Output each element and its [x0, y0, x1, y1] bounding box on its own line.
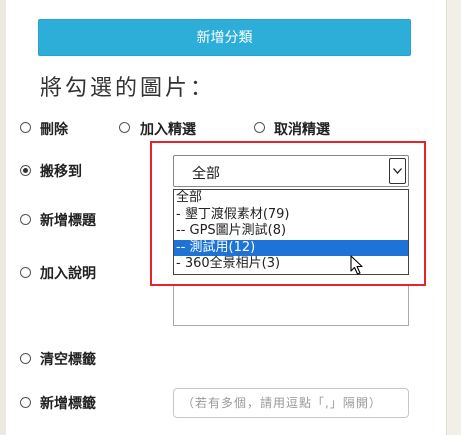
- page-heading: 將勾選的圖片：: [40, 76, 216, 101]
- right-scroll-strip: [446, 0, 461, 435]
- add-tags-label: 新增標籤: [40, 396, 96, 412]
- mouse-cursor-icon: [350, 255, 363, 275]
- add-description-label: 加入說明: [40, 266, 96, 282]
- tags-input[interactable]: （若有多個，請用逗點「,」隔開）: [173, 388, 409, 418]
- remove-featured-radio[interactable]: [254, 122, 265, 133]
- move-to-radio[interactable]: [20, 165, 31, 176]
- delete-label: 刪除: [40, 122, 68, 138]
- add-title-label: 新增標題: [40, 213, 96, 229]
- highlight-frame: [150, 141, 426, 286]
- remove-featured-label: 取消精選: [274, 122, 330, 138]
- add-featured-radio[interactable]: [119, 122, 130, 133]
- add-description-radio[interactable]: [20, 267, 31, 278]
- clear-tags-radio[interactable]: [20, 353, 31, 364]
- delete-radio[interactable]: [20, 122, 31, 133]
- description-textarea[interactable]: [173, 284, 409, 326]
- add-featured-label: 加入精選: [140, 122, 196, 138]
- add-category-button[interactable]: 新增分類: [38, 19, 411, 56]
- add-title-radio[interactable]: [20, 214, 31, 225]
- clear-tags-label: 清空標籤: [40, 352, 96, 368]
- move-to-label: 搬移到: [40, 164, 82, 180]
- left-border-strip: [0, 0, 6, 435]
- add-tags-radio[interactable]: [20, 397, 31, 408]
